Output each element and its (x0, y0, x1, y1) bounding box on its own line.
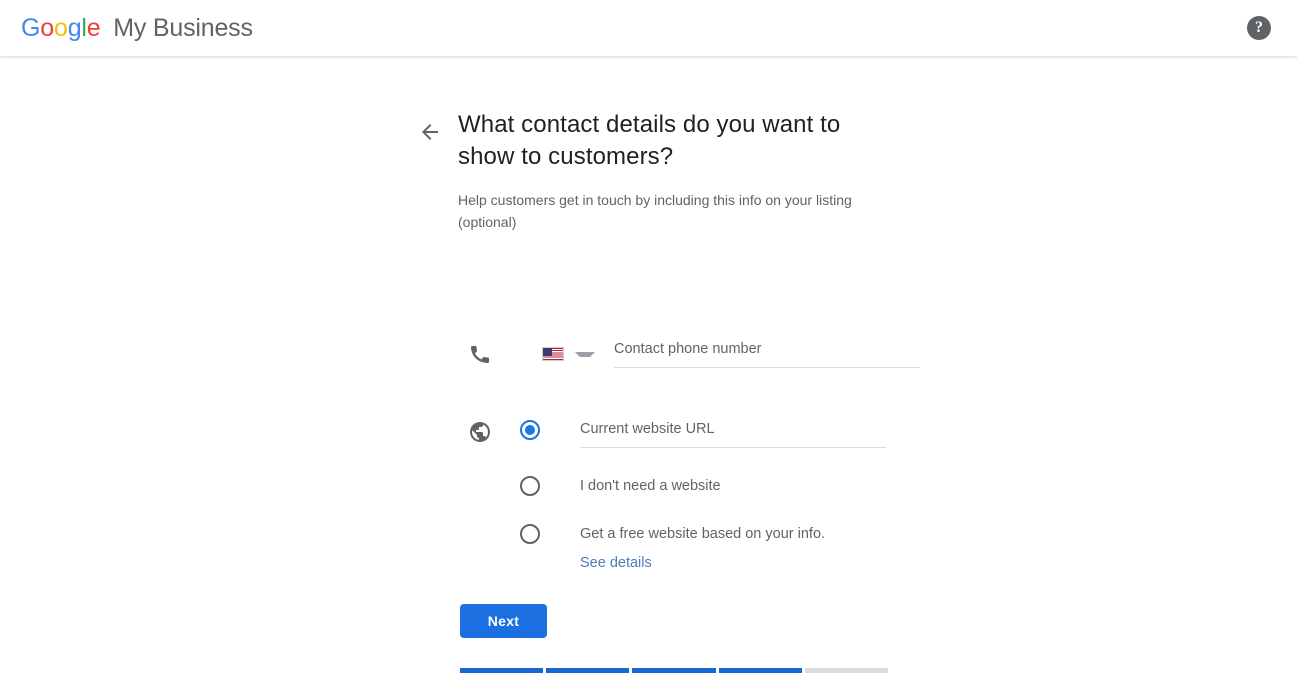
page-subtitle: Help customers get in touch by including… (458, 192, 852, 230)
website-option-current-url[interactable]: Current website URL (520, 420, 900, 448)
phone-field-row: Contact phone number (468, 340, 920, 368)
phone-icon (468, 342, 492, 366)
help-icon[interactable]: ? (1247, 16, 1271, 40)
phone-input[interactable]: Contact phone number (614, 340, 920, 368)
main-content: What contact details do you want to show… (0, 57, 1297, 673)
google-letter-o2: o (53, 14, 68, 42)
google-letter-g1: G (21, 14, 41, 42)
website-option-no-website-label: I don't need a website (580, 478, 721, 494)
website-option-group: Current website URL I don't need a websi… (520, 420, 900, 571)
form-heading-block: What contact details do you want to show… (458, 109, 898, 233)
google-letter-e: e (86, 14, 101, 42)
radio-current-url[interactable] (520, 420, 540, 440)
website-url-placeholder: Current website URL (580, 421, 715, 437)
progress-segment-5 (804, 668, 889, 673)
progress-segment-2 (546, 668, 630, 673)
radio-free-website[interactable] (520, 524, 540, 544)
website-url-input[interactable]: Current website URL (580, 420, 886, 448)
website-option-free-website-label: Get a free website based on your info. (580, 526, 826, 542)
progress-segment-1 (460, 668, 544, 673)
product-name: My Business (113, 14, 253, 42)
see-details-link[interactable]: See details (580, 555, 825, 571)
google-wordmark: Google (21, 14, 107, 42)
phone-placeholder: Contact phone number (614, 341, 762, 357)
page-title: What contact details do you want to show… (458, 111, 841, 170)
app-header: Google My Business ? (0, 0, 1297, 57)
progress-segment-3 (632, 668, 716, 673)
back-arrow-icon[interactable] (418, 120, 442, 144)
chevron-down-icon[interactable] (575, 351, 595, 357)
globe-icon (468, 420, 492, 444)
radio-no-website[interactable] (520, 476, 540, 496)
progress-indicator (460, 668, 889, 673)
google-letter-o1: o (40, 14, 54, 42)
google-letter-g2: g (67, 14, 82, 42)
website-option-free-website[interactable]: Get a free website based on your info. S… (520, 524, 900, 571)
country-flag-us[interactable] (542, 347, 564, 361)
progress-segment-4 (718, 668, 802, 673)
brand-logo: Google My Business (21, 13, 253, 43)
next-button[interactable]: Next (460, 604, 547, 638)
website-option-no-website[interactable]: I don't need a website (520, 476, 900, 496)
